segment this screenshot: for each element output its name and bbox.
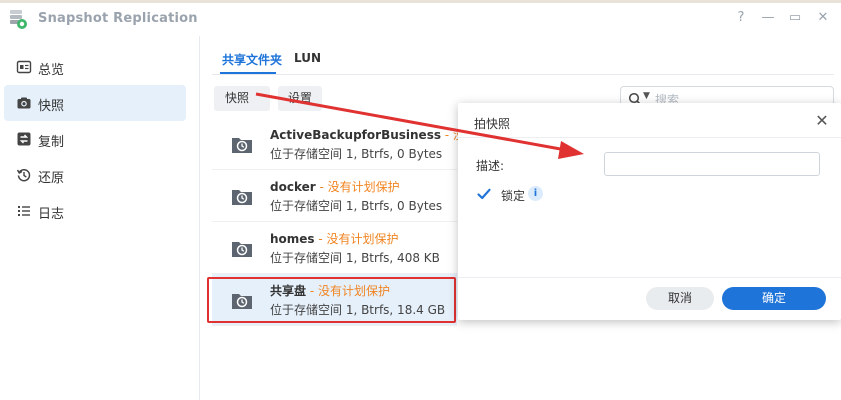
sidebar: 总览 快照 复制 还原 日志 [0,36,200,400]
cancel-button[interactable]: 取消 [646,287,714,310]
share-detail: 位于存储空间 1, Btrfs, 0 Bytes [270,199,443,213]
maximize-button[interactable]: ▭ [787,10,803,26]
info-icon[interactable]: i [528,186,543,201]
dialog-close-icon[interactable]: ✕ [812,111,832,131]
sidebar-item-label: 总览 [38,63,65,78]
share-row[interactable]: ActiveBackupforBusiness - 没 位于存储空间 1, Bt… [212,118,465,170]
tabs-divider [212,74,834,75]
share-name: docker [270,180,316,194]
sidebar-item-snapshot[interactable]: 快照 [4,85,186,121]
sidebar-item-label: 复制 [38,135,65,150]
window-title: Snapshot Replication [38,11,198,26]
share-status: - 没有计划保护 [314,232,399,246]
camera-icon [17,97,31,109]
sidebar-item-label: 快照 [38,99,65,114]
close-window-button[interactable]: ✕ [815,10,831,26]
share-name: ActiveBackupforBusiness [270,128,441,142]
sidebar-item-replication[interactable]: 复制 [4,121,186,157]
tab-shared-folders[interactable]: 共享文件夹 [222,51,282,68]
share-detail: 位于存储空间 1, Btrfs, 408 KB [270,251,440,265]
sidebar-item-overview[interactable]: 总览 [4,49,186,85]
shared-folder-snapshot-icon [232,242,252,257]
active-tab-indicator [220,72,276,74]
snapshot-app-icon [10,10,27,29]
share-row[interactable]: docker - 没有计划保护 位于存储空间 1, Btrfs, 0 Bytes [212,170,457,222]
tab-lun[interactable]: LUN [294,51,321,65]
sidebar-item-label: 日志 [38,207,65,222]
sidebar-item-restore[interactable]: 还原 [4,157,186,193]
dialog-title: 拍快照 [474,117,511,131]
settings-button[interactable]: 设置 [278,86,323,111]
log-icon [18,206,30,216]
shared-folder-snapshot-icon [232,190,252,205]
share-detail: 位于存储空间 1, Btrfs, 0 Bytes [270,147,443,161]
sidebar-item-label: 还原 [38,171,65,186]
snapshot-menu-label: 快照 [225,91,250,105]
restore-icon [16,168,31,182]
title-bar: Snapshot Replication ? — ▭ ✕ [0,0,841,36]
sidebar-item-log[interactable]: 日志 [4,193,186,229]
share-name: homes [270,232,315,246]
share-row[interactable]: homes - 没有计划保护 位于存储空间 1, Btrfs, 408 KB [212,222,457,274]
description-input[interactable] [604,152,820,176]
help-button[interactable]: ? [733,10,749,26]
lock-checkbox[interactable] [476,186,492,202]
overview-icon [16,60,32,74]
shared-folder-snapshot-icon [232,138,252,153]
search-filter-caret-icon[interactable]: ▼ [643,91,650,101]
lock-label: 锁定 [501,189,526,203]
dialog-divider [458,137,841,138]
share-status: - 没有计划保护 [315,180,400,194]
minimize-button[interactable]: — [760,10,776,26]
replicate-icon [17,132,31,146]
dialog-footer-divider [458,277,841,278]
annotation-highlight-box [207,277,456,323]
take-snapshot-dialog: 拍快照 ✕ 描述: 锁定 i 取消 确定 [458,103,841,320]
description-label: 描述: [476,159,505,173]
snapshot-menu-button[interactable]: 快照 [214,86,270,111]
ok-button[interactable]: 确定 [722,287,826,310]
